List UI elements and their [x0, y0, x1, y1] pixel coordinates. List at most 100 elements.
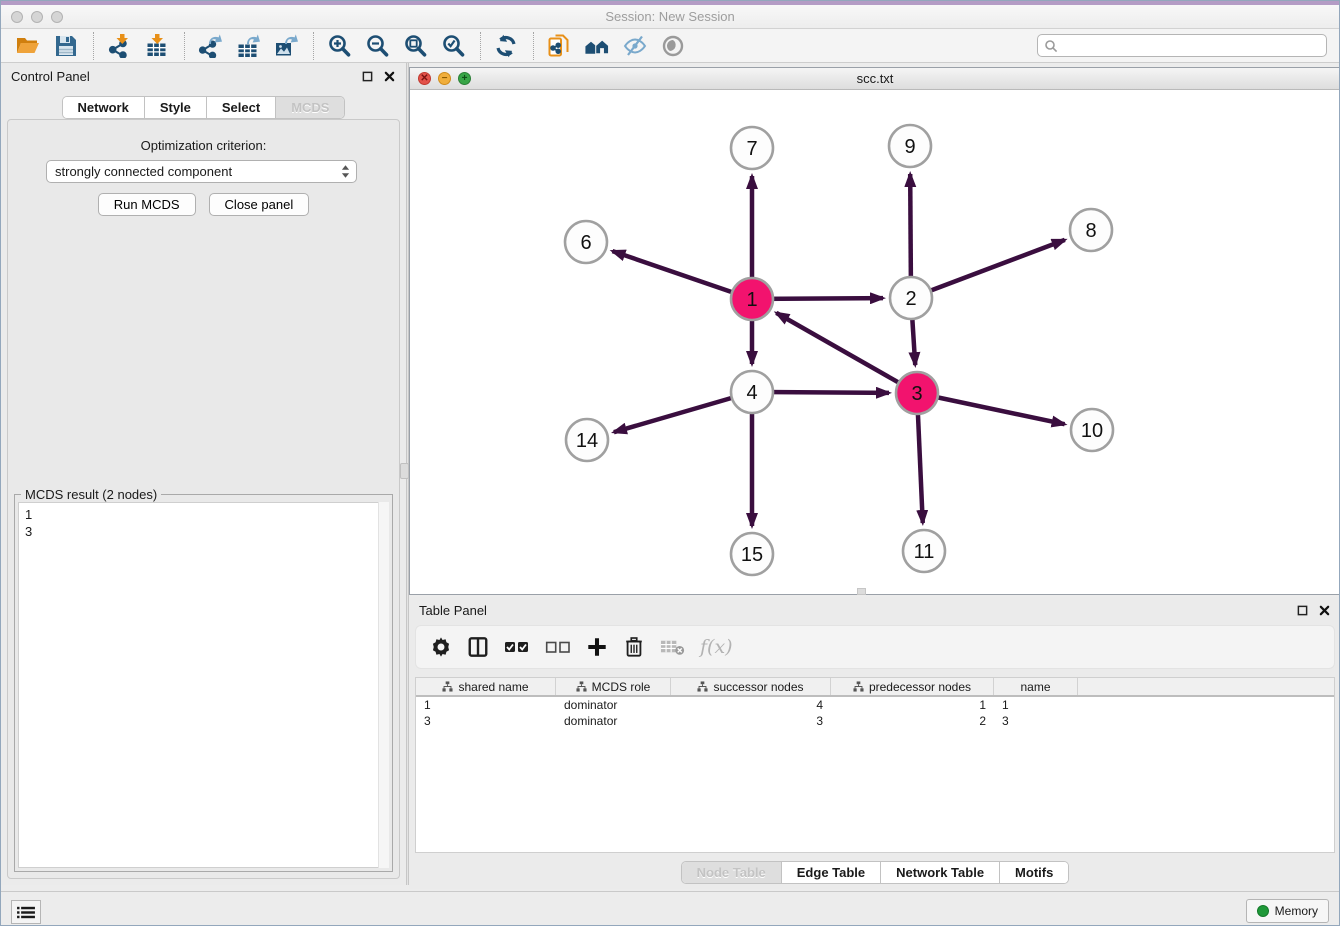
optimization-label: Optimization criterion:	[8, 138, 399, 153]
zoom-fit-icon[interactable]	[400, 31, 430, 61]
delete-row-icon[interactable]	[623, 632, 645, 662]
table-panel: Table Panel f(x) shared nameMCDS rolesuc…	[409, 597, 1340, 889]
function-builder-icon[interactable]: f(x)	[700, 636, 733, 658]
export-table-icon[interactable]	[233, 31, 263, 61]
network-view-window[interactable]: ✕ − + scc.txt 7968124314101511	[409, 67, 1340, 595]
cell-0-2[interactable]: 4	[671, 697, 831, 713]
tab-node-table[interactable]: Node Table	[682, 862, 782, 883]
select-stepper-icon	[341, 164, 350, 179]
status-bar: Memory	[1, 891, 1339, 926]
close-panel-button[interactable]: Close panel	[209, 193, 310, 216]
select-all-icon[interactable]	[504, 632, 530, 662]
optimization-select-value: strongly connected component	[55, 164, 232, 179]
deselect-all-icon[interactable]	[545, 632, 571, 662]
cell-1-0[interactable]: 3	[416, 713, 556, 729]
window-titlebar[interactable]: Session: New Session	[1, 5, 1339, 29]
search-box[interactable]	[1037, 34, 1327, 57]
table-row-0[interactable]: 1dominator411	[416, 697, 1334, 713]
open-folder-icon[interactable]	[13, 31, 43, 61]
application-window: Session: New Session Control Panel Netwo…	[0, 0, 1340, 926]
run-mcds-button[interactable]: Run MCDS	[98, 193, 196, 216]
search-input[interactable]	[1058, 38, 1326, 53]
zoom-selected-icon[interactable]	[438, 31, 468, 61]
save-icon[interactable]	[51, 31, 81, 61]
add-row-icon[interactable]	[586, 632, 608, 662]
graph-node-label-6: 6	[580, 232, 591, 254]
column-header-MCDS-role[interactable]: MCDS role	[556, 678, 671, 695]
refresh-icon[interactable]	[491, 31, 521, 61]
graph-node-label-9: 9	[904, 136, 915, 158]
column-header-shared-name[interactable]: shared name	[416, 678, 556, 695]
column-header-name[interactable]: name	[994, 678, 1078, 695]
control-panel-title: Control Panel	[11, 69, 90, 84]
float-panel-icon[interactable]	[360, 69, 374, 83]
edge-3-1[interactable]	[776, 313, 917, 393]
tab-network-table[interactable]: Network Table	[881, 862, 1000, 883]
tab-edge-table[interactable]: Edge Table	[782, 862, 881, 883]
vertical-splitter-grip[interactable]	[400, 463, 409, 479]
graph-node-label-2: 2	[905, 288, 916, 310]
import-network-icon[interactable]	[104, 31, 134, 61]
graph-node-label-3: 3	[911, 383, 922, 405]
cell-0-3[interactable]: 1	[831, 697, 994, 713]
edge-3-10[interactable]	[917, 393, 1065, 424]
mcds-panel: Optimization criterion: strongly connect…	[7, 119, 400, 879]
graph-node-label-4: 4	[746, 382, 757, 404]
close-panel-icon[interactable]	[382, 69, 396, 83]
preview-eye-icon[interactable]	[658, 31, 688, 61]
cell-0-4[interactable]: 1	[994, 697, 1078, 713]
toolbar-separator	[313, 32, 314, 60]
zoom-in-icon[interactable]	[324, 31, 354, 61]
cell-1-4[interactable]: 3	[994, 713, 1078, 729]
cell-0-0[interactable]: 1	[416, 697, 556, 713]
control-panel-header: Control Panel	[1, 63, 406, 89]
memory-button[interactable]: Memory	[1246, 899, 1329, 923]
column-header-predecessor-nodes[interactable]: predecessor nodes	[831, 678, 994, 695]
window-title: Session: New Session	[1, 9, 1339, 24]
mcds-result-text[interactable]: 1 3	[18, 502, 389, 868]
clone-network-icon[interactable]	[544, 31, 574, 61]
toolbar-separator	[184, 32, 185, 60]
network-graph-canvas[interactable]: 7968124314101511	[410, 90, 1340, 594]
column-header-successor-nodes[interactable]: successor nodes	[671, 678, 831, 695]
delete-table-icon[interactable]	[660, 632, 685, 662]
close-table-panel-icon[interactable]	[1317, 603, 1331, 617]
mcds-result-group: MCDS result (2 nodes) 1 3	[14, 494, 393, 872]
node-table-header-row: shared nameMCDS rolesuccessor nodesprede…	[416, 678, 1334, 697]
node-table[interactable]: shared nameMCDS rolesuccessor nodesprede…	[415, 677, 1335, 853]
table-row-1[interactable]: 3dominator323	[416, 713, 1334, 729]
horizontal-splitter-grip[interactable]	[857, 588, 866, 595]
gear-icon[interactable]	[430, 632, 452, 662]
graph-node-label-7: 7	[746, 138, 757, 160]
export-image-icon[interactable]	[271, 31, 301, 61]
cell-1-3[interactable]: 2	[831, 713, 994, 729]
toolbar-separator	[533, 32, 534, 60]
edge-2-8[interactable]	[911, 240, 1065, 298]
result-scrollbar[interactable]	[378, 502, 389, 868]
import-table-icon[interactable]	[142, 31, 172, 61]
graph-node-label-1: 1	[746, 289, 757, 311]
cell-0-1[interactable]: dominator	[556, 697, 671, 713]
tab-mcds[interactable]: MCDS	[276, 97, 344, 118]
cell-1-1[interactable]: dominator	[556, 713, 671, 729]
graph-node-label-10: 10	[1081, 420, 1103, 442]
columns-icon[interactable]	[467, 632, 489, 662]
cell-1-2[interactable]: 3	[671, 713, 831, 729]
network-window-titlebar[interactable]: ✕ − + scc.txt	[410, 68, 1340, 90]
tab-style[interactable]: Style	[145, 97, 207, 118]
float-table-panel-icon[interactable]	[1295, 603, 1309, 617]
tab-motifs[interactable]: Motifs	[1000, 862, 1068, 883]
zoom-out-icon[interactable]	[362, 31, 392, 61]
home-icon[interactable]	[582, 31, 612, 61]
table-tabs: Node TableEdge TableNetwork TableMotifs	[409, 861, 1340, 884]
tab-network[interactable]: Network	[63, 97, 145, 118]
hide-panels-icon[interactable]	[620, 31, 650, 61]
optimization-select[interactable]: strongly connected component	[46, 160, 357, 183]
mcds-result-title: MCDS result (2 nodes)	[21, 487, 161, 502]
graph-node-label-11: 11	[914, 541, 935, 563]
memory-status-icon	[1257, 905, 1269, 917]
export-network-icon[interactable]	[195, 31, 225, 61]
task-history-button[interactable]	[11, 900, 41, 924]
toolbar-separator	[93, 32, 94, 60]
tab-select[interactable]: Select	[207, 97, 276, 118]
